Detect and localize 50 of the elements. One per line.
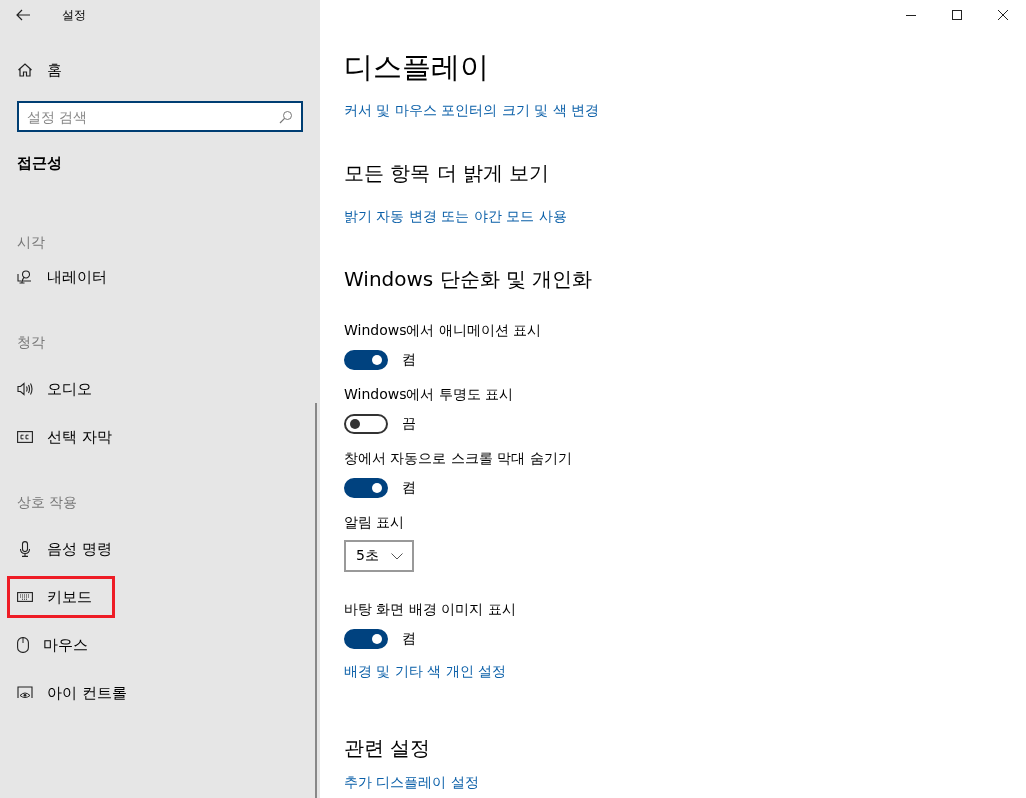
setting-label: 바탕 화면 배경 이미지 표시	[344, 601, 516, 619]
microphone-icon	[17, 541, 33, 557]
section-heading: Windows 단순화 및 개인화	[344, 266, 593, 293]
category-title: 접근성	[17, 154, 63, 173]
settings-link[interactable]: 커서 및 마우스 포인터의 크기 및 색 변경	[344, 102, 600, 118]
sidebar-item[interactable]: 음성 명령	[7, 528, 135, 570]
toggle-switch[interactable]	[344, 478, 388, 498]
back-arrow-icon	[16, 9, 30, 21]
window-title: 설정	[62, 6, 86, 24]
chevron-icon	[390, 552, 403, 560]
section-heading: 모든 항목 더 밝게 보기	[344, 160, 550, 187]
group-heading: 시각	[17, 234, 46, 252]
toggle-state: 켬	[402, 351, 416, 369]
toggle-state: 켬	[402, 479, 416, 497]
narrator-icon	[17, 269, 33, 285]
setting-label: Windows에서 애니메이션 표시	[344, 322, 542, 340]
toggle-state: 켬	[402, 630, 416, 648]
group-heading: 상호 작용	[17, 494, 79, 512]
captions-icon	[17, 431, 33, 443]
speaker-icon	[17, 381, 33, 397]
close-icon	[998, 10, 1008, 20]
dropdown[interactable]: 5초	[344, 540, 414, 572]
toggle-switch[interactable]	[344, 414, 388, 434]
setting-label: Windows에서 투명도 표시	[344, 386, 514, 404]
search-field[interactable]: 설정 검색	[17, 101, 303, 132]
scrollbar[interactable]	[315, 403, 317, 798]
settings-link[interactable]: 밝기 자동 변경 또는 야간 모드 사용	[344, 208, 567, 224]
section-heading: 관련 설정	[344, 735, 431, 762]
home-icon	[17, 62, 33, 78]
sidebar-item[interactable]: 선택 자막	[7, 416, 135, 458]
search-icon	[279, 110, 293, 124]
sidebar-item[interactable]: 내레이터	[7, 256, 130, 298]
toggle-state: 끔	[402, 415, 416, 433]
settings-link[interactable]: 추가 디스플레이 설정	[344, 774, 479, 790]
maximize-icon	[952, 10, 962, 20]
sidebar-item[interactable]: 오디오	[7, 368, 115, 410]
page-title: 디스플레이	[344, 49, 489, 86]
keyboard-icon	[17, 592, 33, 602]
mouse-icon	[17, 637, 29, 653]
sidebar-item[interactable]: 키보드	[7, 576, 115, 618]
setting-label: 창에서 자동으로 스크롤 막대 숨기기	[344, 450, 572, 468]
group-heading: 청각	[17, 334, 46, 352]
sidebar-item[interactable]: 아이 컨트롤	[7, 672, 150, 714]
home-link[interactable]: 홈	[17, 52, 62, 88]
toggle-switch[interactable]	[344, 629, 388, 649]
sidebar-item[interactable]: 마우스	[7, 624, 111, 666]
eye-icon	[17, 686, 33, 700]
toggle-switch[interactable]	[344, 350, 388, 370]
setting-label: 알림 표시	[344, 514, 405, 532]
settings-link[interactable]: 배경 및 기타 색 개인 설정	[344, 663, 507, 679]
